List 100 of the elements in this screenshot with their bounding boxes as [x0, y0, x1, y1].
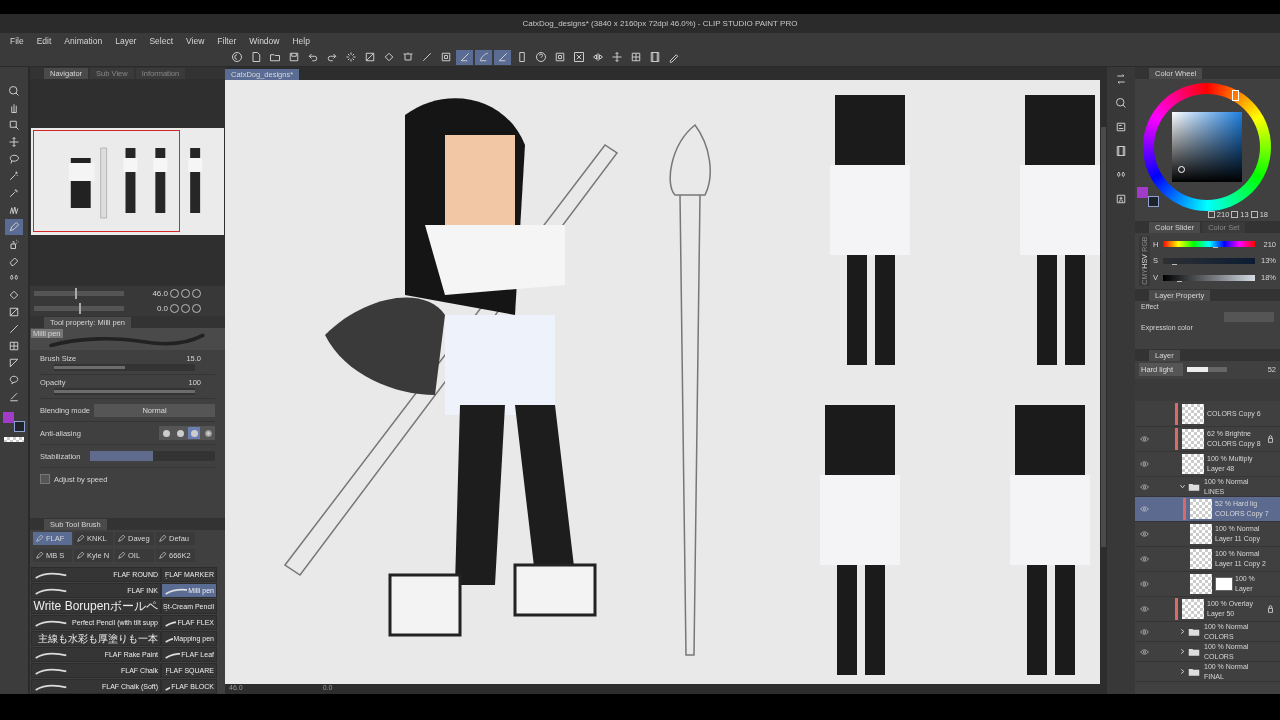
slider-caret[interactable]	[1176, 280, 1182, 285]
chevron-down-icon[interactable]	[1179, 483, 1186, 490]
curve-icon	[477, 51, 490, 63]
layer-thumbnail	[1182, 599, 1204, 619]
layer-thumbnail	[1182, 429, 1204, 449]
transparent-swatch[interactable]	[4, 437, 24, 442]
scrollbar-thumb[interactable]	[1101, 127, 1106, 547]
checkbox[interactable]	[40, 474, 50, 484]
menu-item[interactable]: Window	[249, 35, 280, 46]
main-color-swatch[interactable]	[3, 412, 14, 423]
save-icon	[287, 51, 300, 63]
viewport-frame[interactable]	[33, 130, 180, 232]
eye-icon[interactable]	[1139, 606, 1149, 612]
hue-marker[interactable]	[1232, 90, 1240, 102]
search-icon[interactable]	[1115, 97, 1127, 109]
folder-icon	[1188, 666, 1200, 677]
menu-item[interactable]: Filter	[217, 35, 237, 46]
gradient-icon	[8, 306, 20, 318]
swap-icon[interactable]	[1115, 73, 1127, 85]
menu-item[interactable]: Edit	[36, 35, 52, 46]
toolbar-button[interactable]	[456, 49, 473, 65]
mask-thumbnail	[1215, 577, 1233, 591]
eye-icon[interactable]	[1139, 483, 1149, 490]
menu-item[interactable]: Select	[149, 35, 174, 46]
slider-thumb[interactable]	[74, 288, 77, 299]
film-icon[interactable]	[1115, 145, 1127, 157]
diamond-icon	[382, 51, 395, 63]
brush-icon	[8, 204, 20, 216]
lock-icon[interactable]	[1267, 435, 1274, 443]
layer-thumbnail	[1190, 574, 1212, 594]
layer-thumbnail	[1190, 549, 1212, 569]
color-slider[interactable]	[1163, 241, 1255, 248]
toolbar-button[interactable]	[475, 49, 492, 65]
menu-item[interactable]: Help	[292, 35, 310, 46]
search-icon	[8, 85, 20, 97]
layer-thumbnail	[1182, 454, 1204, 474]
slider-caret[interactable]	[1171, 264, 1177, 268]
menu-item[interactable]: File	[10, 35, 24, 46]
layer-thumbnail	[1182, 404, 1204, 424]
flip-icon	[591, 51, 604, 63]
triangle-icon	[8, 357, 20, 369]
eraser-icon	[8, 255, 20, 267]
chevron-right-icon[interactable]	[1179, 628, 1186, 635]
ruler-icon	[496, 51, 509, 63]
window-title: CatxDog_designs* (3840 x 2160px 72dpi 46.0%) - CLIP STUDIO PAINT PRO	[522, 19, 798, 28]
figure-icon[interactable]	[1115, 193, 1127, 205]
color-slider[interactable]	[1163, 258, 1255, 264]
menu-item[interactable]: Layer	[115, 35, 137, 46]
balloon-icon	[8, 374, 20, 386]
eye-icon[interactable]	[1139, 581, 1149, 587]
ring-icon	[230, 51, 243, 63]
line-icon	[420, 51, 433, 63]
chevron-right-icon[interactable]	[1179, 668, 1186, 675]
eye-icon[interactable]	[1139, 556, 1149, 562]
rotation-slider[interactable]	[34, 306, 124, 311]
help-icon	[534, 51, 547, 63]
main-color-swatch[interactable]	[1137, 187, 1148, 198]
undo-icon	[306, 51, 319, 63]
lasso-icon	[8, 153, 20, 165]
folder-icon	[1188, 646, 1200, 657]
eye-icon[interactable]	[1139, 436, 1149, 442]
transform-icon	[401, 51, 414, 63]
sub-color-swatch[interactable]	[14, 421, 25, 432]
pen-icon	[8, 221, 20, 233]
eye-icon[interactable]	[1139, 461, 1149, 467]
grid-icon	[629, 51, 642, 63]
hand-icon	[8, 102, 20, 114]
toolbar-button[interactable]	[494, 49, 511, 65]
chevron-right-icon[interactable]	[1179, 648, 1186, 655]
spinner-icon	[344, 51, 357, 63]
menu-item[interactable]: View	[186, 35, 205, 46]
redo-icon	[325, 51, 338, 63]
move-icon	[8, 136, 20, 148]
stabilization-bar[interactable]	[90, 451, 215, 461]
rotation-value: 0.0	[155, 304, 168, 313]
brush-item[interactable]: Write Borupenボールペ	[31, 599, 161, 614]
folder-icon	[1188, 626, 1200, 637]
brush-item[interactable]: 主線も水彩も厚塗りも一本	[31, 631, 161, 646]
pencil-icon	[667, 51, 680, 63]
spray-icon	[8, 238, 20, 250]
folder-icon	[1188, 481, 1200, 492]
film-icon	[648, 51, 661, 63]
eye-icon[interactable]	[1139, 531, 1149, 537]
color-slider[interactable]	[1163, 274, 1255, 281]
panel-icon[interactable]	[1115, 121, 1127, 133]
property-slider[interactable]	[54, 364, 195, 371]
eye-icon[interactable]	[1139, 628, 1149, 635]
saturation-value-square[interactable]	[1172, 112, 1242, 182]
folder-icon	[268, 51, 281, 63]
eye-icon[interactable]	[1139, 648, 1149, 655]
diamond-icon	[8, 289, 20, 301]
sub-color-swatch[interactable]	[1148, 196, 1159, 207]
line-tool-icon	[8, 391, 20, 403]
lock-icon[interactable]	[1267, 605, 1274, 613]
layer-thumbnail	[1190, 499, 1212, 519]
menu-item[interactable]: Animation	[64, 35, 103, 46]
opacity-slider[interactable]	[1187, 367, 1227, 372]
move-icon	[610, 51, 623, 63]
zoom-slider[interactable]	[34, 291, 124, 296]
line-icon	[8, 323, 20, 335]
